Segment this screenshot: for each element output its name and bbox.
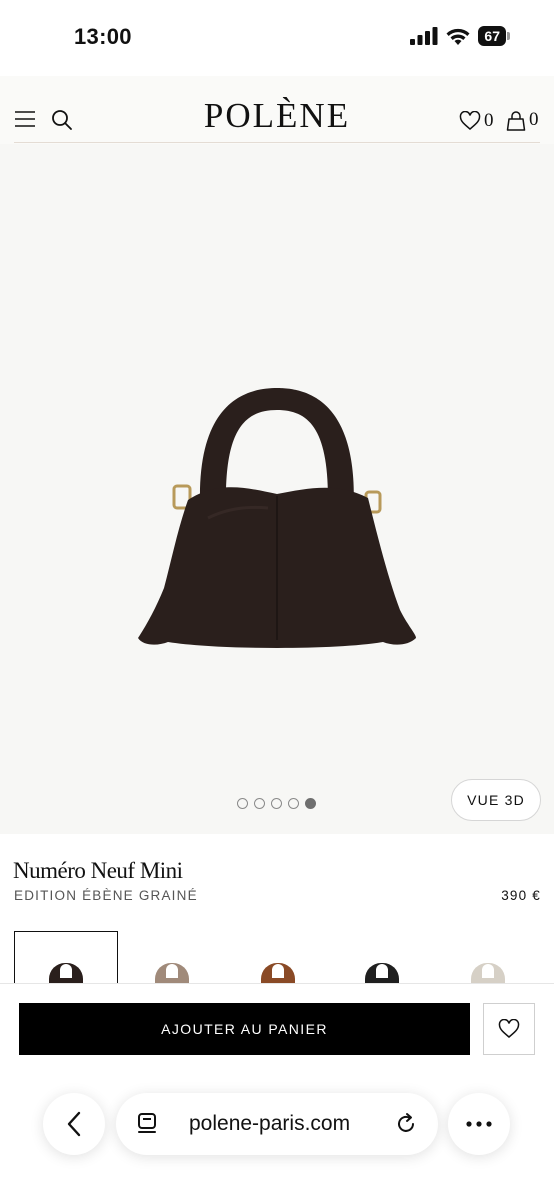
gallery-dot[interactable]: [305, 798, 316, 809]
cart-button[interactable]: 0: [506, 109, 539, 131]
add-to-wishlist-button[interactable]: [483, 1003, 535, 1055]
page-menu-icon[interactable]: [136, 1112, 158, 1136]
swatch-handle-shape: [272, 964, 284, 978]
swatch-bag-thumbnail: [155, 963, 189, 983]
swatch-handle-shape: [166, 964, 178, 978]
browser-address-bar[interactable]: polene-paris.com: [116, 1093, 438, 1155]
gallery-dot[interactable]: [237, 798, 248, 809]
product-edition: EDITION ÉBÈNE GRAINÉ: [14, 888, 198, 903]
color-swatch[interactable]: [120, 931, 224, 983]
product-image: [138, 388, 416, 648]
color-swatch[interactable]: [226, 931, 330, 983]
gallery-dot[interactable]: [288, 798, 299, 809]
browser-toolbar: polene-paris.com: [0, 1073, 554, 1200]
status-icons: 67: [410, 26, 510, 46]
color-swatch[interactable]: [436, 931, 540, 983]
view-3d-button[interactable]: VUE 3D: [451, 779, 541, 821]
browser-url[interactable]: polene-paris.com: [189, 1112, 350, 1136]
chevron-left-icon: [67, 1111, 81, 1137]
action-bar: AJOUTER AU PANIER: [0, 983, 554, 1073]
wishlist-count: 0: [484, 110, 494, 131]
wishlist-button[interactable]: 0: [459, 110, 494, 132]
cart-count: 0: [529, 109, 539, 130]
add-to-cart-button[interactable]: AJOUTER AU PANIER: [19, 1003, 470, 1055]
gallery-dot[interactable]: [254, 798, 265, 809]
gallery-dot[interactable]: [271, 798, 282, 809]
swatch-handle-shape: [376, 964, 388, 978]
swatch-bag-thumbnail: [471, 963, 505, 983]
product-name: Numéro Neuf Mini: [13, 858, 183, 883]
shopping-bag-icon: [506, 110, 526, 131]
gallery-pagination: [237, 798, 316, 809]
heart-icon: [459, 111, 481, 130]
cellular-signal-icon: [410, 27, 438, 45]
browser-back-button[interactable]: [43, 1093, 105, 1155]
swatch-bag-thumbnail: [365, 963, 399, 983]
browser-more-button[interactable]: [448, 1093, 510, 1155]
color-swatches: [0, 931, 554, 983]
reload-icon[interactable]: [394, 1112, 418, 1136]
more-options-icon: [466, 1121, 492, 1127]
swatch-handle-shape: [482, 964, 494, 978]
swatch-bag-thumbnail: [261, 963, 295, 983]
swatch-bag-thumbnail: [49, 963, 83, 983]
color-swatch[interactable]: [330, 931, 434, 983]
site-header: POLÈNE 0 0: [0, 76, 554, 144]
battery-indicator: 67: [478, 26, 510, 46]
header-divider: [14, 142, 540, 143]
wifi-icon: [446, 28, 470, 45]
heart-icon: [498, 1019, 520, 1038]
product-gallery[interactable]: VUE 3D: [0, 144, 554, 834]
color-swatch[interactable]: [14, 931, 118, 983]
swatch-handle-shape: [60, 964, 72, 978]
product-price: 390 €: [501, 888, 541, 903]
status-bar: 13:00 67: [0, 0, 554, 76]
status-time: 13:00: [74, 24, 132, 49]
